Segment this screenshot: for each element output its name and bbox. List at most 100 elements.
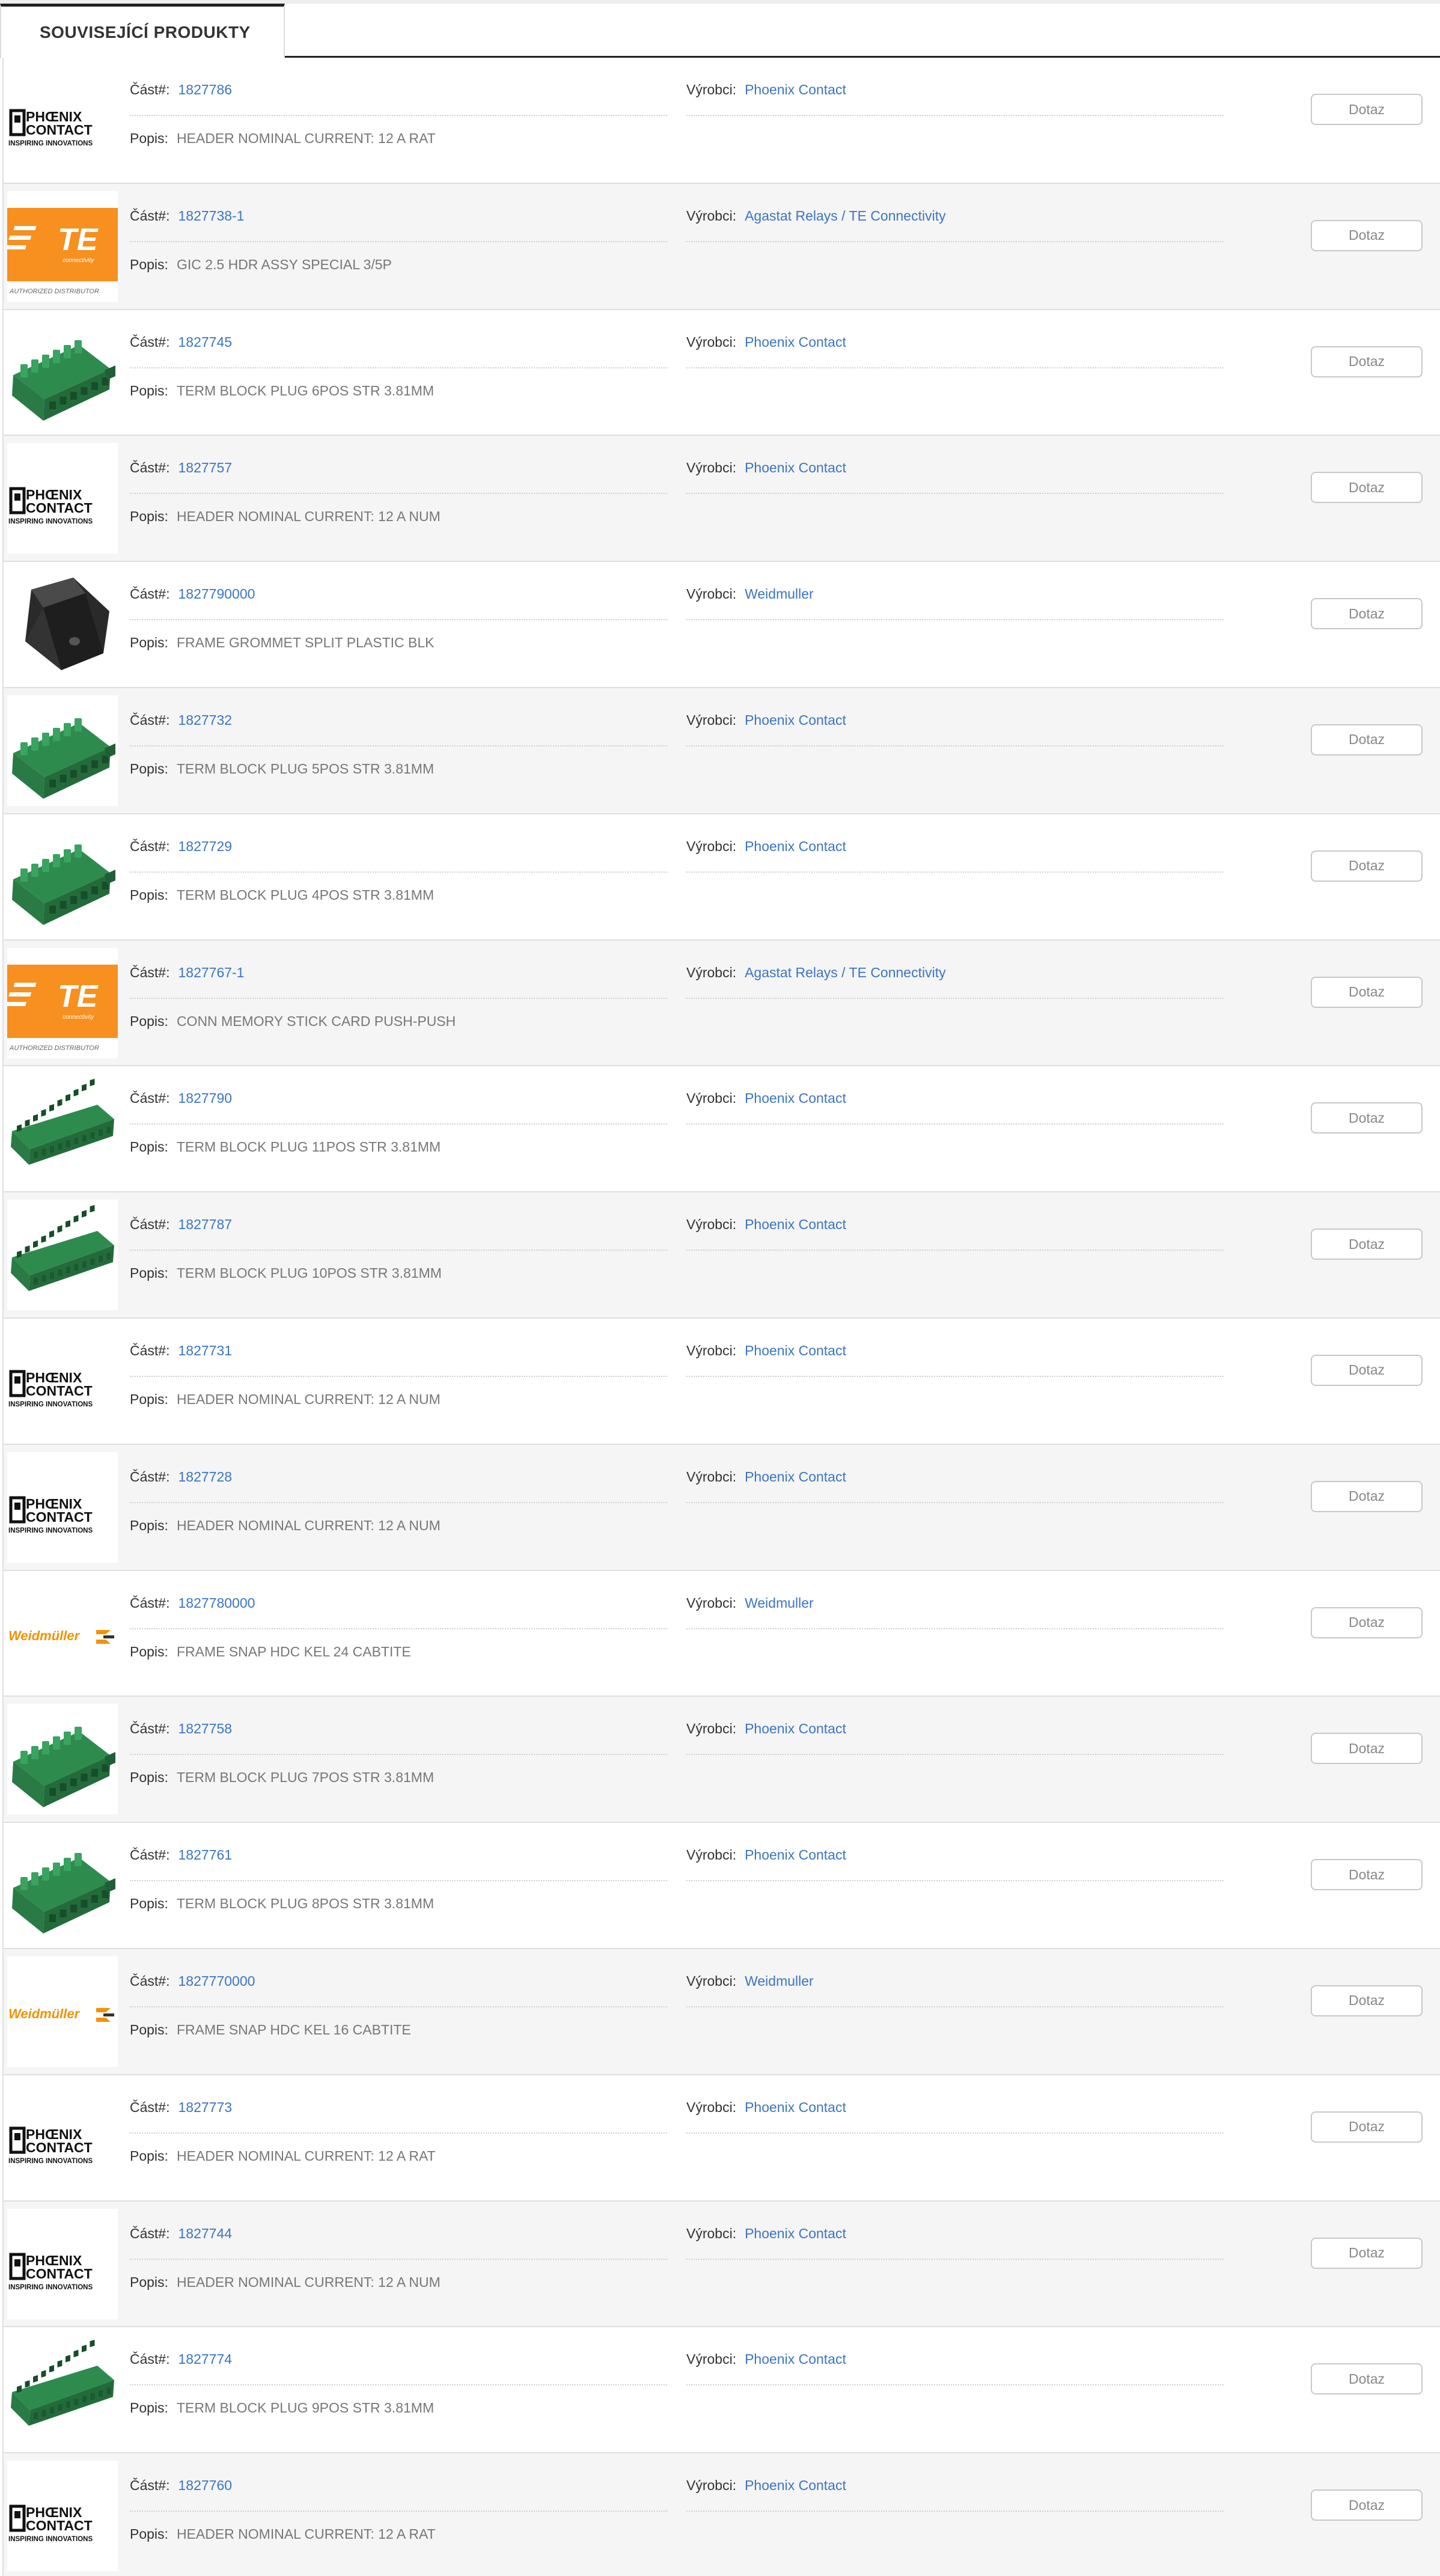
part-number-link[interactable]: 1827790 <box>178 1090 232 1106</box>
product-thumbnail[interactable]: PHŒNIX CONTACT INSPIRING INNOVATIONS <box>7 2461 118 2572</box>
inquiry-button[interactable]: Dotaz <box>1311 2237 1423 2269</box>
inquiry-button[interactable]: Dotaz <box>1311 1985 1423 2016</box>
divider <box>686 1501 1224 1503</box>
part-number-link[interactable]: 1827732 <box>178 712 232 728</box>
part-number-link[interactable]: 1827780000 <box>178 1595 255 1611</box>
product-thumbnail[interactable] <box>7 569 118 680</box>
product-thumbnail[interactable]: PHŒNIX CONTACT INSPIRING INNOVATIONS <box>7 2208 118 2319</box>
manufacturer-link[interactable]: Agastat Relays / TE Connectivity <box>745 965 946 980</box>
product-thumbnail[interactable] <box>7 1704 118 1815</box>
inquiry-button[interactable]: Dotaz <box>1311 1102 1423 1134</box>
description-field: Popis: HEADER NOMINAL CURRENT: 12 A RAT <box>130 2526 436 2542</box>
manufacturer-link[interactable]: Phoenix Contact <box>745 1721 846 1736</box>
manufacturer-link[interactable]: Phoenix Contact <box>745 82 846 97</box>
manufacturer-link[interactable]: Phoenix Contact <box>745 1090 846 1106</box>
part-number-link[interactable]: 1827745 <box>178 334 232 350</box>
part-label: Část#: <box>130 460 170 476</box>
manufacturer-link[interactable]: Phoenix Contact <box>745 1216 846 1232</box>
inquiry-button[interactable]: Dotaz <box>1311 2363 1423 2395</box>
description-field: Popis: HEADER NOMINAL CURRENT: 12 A NUM <box>130 508 441 525</box>
manufacturer-link[interactable]: Phoenix Contact <box>745 1469 846 1485</box>
product-thumbnail[interactable] <box>7 1073 118 1185</box>
part-number-link[interactable]: 1827787 <box>178 1216 232 1232</box>
part-number-link[interactable]: 1827728 <box>178 1469 232 1485</box>
part-number-link[interactable]: 1827758 <box>178 1721 232 1736</box>
product-thumbnail[interactable] <box>7 695 118 806</box>
product-thumbnail[interactable]: Weidmüller <box>7 1578 118 1689</box>
inquiry-button[interactable]: Dotaz <box>1311 1228 1423 1260</box>
manufacturer-link[interactable]: Phoenix Contact <box>745 2351 846 2367</box>
product-thumbnail[interactable] <box>7 2334 118 2446</box>
svg-text:INSPIRING INNOVATIONS: INSPIRING INNOVATIONS <box>8 2284 93 2291</box>
part-number-link[interactable]: 1827731 <box>178 1343 232 1358</box>
part-label: Část#: <box>130 334 170 350</box>
description-text: HEADER NOMINAL CURRENT: 12 A RAT <box>176 130 436 146</box>
inquiry-button[interactable]: Dotaz <box>1311 1859 1423 1891</box>
part-number-link[interactable]: 1827761 <box>178 1847 232 1863</box>
part-number-link[interactable]: 1827786 <box>178 82 232 97</box>
manufacturer-link[interactable]: Phoenix Contact <box>745 460 846 475</box>
inquiry-button[interactable]: Dotaz <box>1311 472 1423 504</box>
inquiry-button[interactable]: Dotaz <box>1311 346 1423 377</box>
part-number-link[interactable]: 1827760 <box>178 2477 232 2493</box>
inquiry-button[interactable]: Dotaz <box>1311 724 1423 755</box>
product-thumbnail[interactable] <box>7 821 118 932</box>
product-thumbnail[interactable]: PHŒNIX CONTACT INSPIRING INNOVATIONS <box>7 65 118 175</box>
inquiry-button[interactable]: Dotaz <box>1311 94 1423 125</box>
inquiry-button[interactable]: Dotaz <box>1311 219 1423 251</box>
part-number-link[interactable]: 1827744 <box>178 2226 232 2241</box>
svg-text:TE: TE <box>58 222 99 257</box>
divider <box>130 1754 667 1756</box>
manufacturer-link[interactable]: Phoenix Contact <box>745 2477 846 2493</box>
tab-related-products[interactable]: SOUVISEJÍCÍ PRODUKTY <box>0 4 285 58</box>
product-thumbnail[interactable] <box>7 317 118 428</box>
part-number-link[interactable]: 1827757 <box>178 460 232 475</box>
inquiry-button[interactable]: Dotaz <box>1311 1480 1423 1512</box>
description-field: Popis: FRAME GROMMET SPLIT PLASTIC BLK <box>130 635 435 651</box>
te-connectivity-logo-icon: TEconnectivity AUTHORIZED DISTRIBUTOR <box>7 964 118 1052</box>
part-number-link[interactable]: 1827773 <box>178 2099 232 2115</box>
manufacturer-field: Výrobci: Phoenix Contact <box>686 1216 846 1233</box>
product-thumbnail[interactable]: TE connectivity AUTHORIZED DISTRIBUTOR <box>7 947 118 1058</box>
inquiry-button[interactable]: Dotaz <box>1311 2111 1423 2143</box>
manufacturer-link[interactable]: Phoenix Contact <box>745 2226 846 2241</box>
manufacturer-link[interactable]: Phoenix Contact <box>745 1847 846 1863</box>
manufacturer-link[interactable]: Phoenix Contact <box>745 712 846 728</box>
manufacturer-link[interactable]: Agastat Relays / TE Connectivity <box>745 208 946 224</box>
product-thumbnail[interactable] <box>7 1830 118 1941</box>
manufacturer-label: Výrobci: <box>686 964 737 980</box>
inquiry-button[interactable]: Dotaz <box>1311 598 1423 630</box>
inquiry-button[interactable]: Dotaz <box>1311 850 1423 882</box>
manufacturer-link[interactable]: Phoenix Contact <box>745 838 846 854</box>
inquiry-button[interactable]: Dotaz <box>1311 2489 1423 2521</box>
divider <box>686 1754 1224 1756</box>
manufacturer-link[interactable]: Phoenix Contact <box>745 1343 846 1358</box>
inquiry-button[interactable]: Dotaz <box>1311 1733 1423 1765</box>
part-number-link[interactable]: 1827790000 <box>178 586 255 602</box>
part-number-link[interactable]: 1827738-1 <box>178 208 244 224</box>
product-thumbnail[interactable]: PHŒNIX CONTACT INSPIRING INNOVATIONS <box>7 1451 118 1563</box>
manufacturer-link[interactable]: Phoenix Contact <box>745 334 846 350</box>
part-number-link[interactable]: 1827729 <box>178 838 232 854</box>
inquiry-button[interactable]: Dotaz <box>1311 1607 1423 1638</box>
product-thumbnail[interactable] <box>7 1200 118 1311</box>
manufacturer-link[interactable]: Phoenix Contact <box>745 2099 846 2115</box>
manufacturer-link[interactable]: Weidmuller <box>745 1973 814 1989</box>
product-thumbnail[interactable]: PHŒNIX CONTACT INSPIRING INNOVATIONS <box>7 1325 118 1436</box>
manufacturer-field: Výrobci: Phoenix Contact <box>686 1343 846 1359</box>
product-thumbnail[interactable]: PHŒNIX CONTACT INSPIRING INNOVATIONS <box>7 443 118 554</box>
product-thumbnail[interactable]: Weidmüller <box>7 1956 118 2067</box>
svg-text:AUTHORIZED DISTRIBUTOR: AUTHORIZED DISTRIBUTOR <box>9 1045 99 1052</box>
product-thumbnail[interactable]: TE connectivity AUTHORIZED DISTRIBUTOR <box>7 191 118 302</box>
product-thumbnail[interactable]: PHŒNIX CONTACT INSPIRING INNOVATIONS <box>7 2082 118 2193</box>
inquiry-button[interactable]: Dotaz <box>1311 976 1423 1008</box>
description-text: FRAME SNAP HDC KEL 16 CABTITE <box>176 2021 411 2037</box>
divider <box>130 1250 667 1251</box>
inquiry-button[interactable]: Dotaz <box>1311 1354 1423 1386</box>
divider <box>130 115 667 116</box>
part-number-link[interactable]: 1827770000 <box>178 1973 255 1989</box>
manufacturer-link[interactable]: Weidmuller <box>745 586 814 602</box>
manufacturer-link[interactable]: Weidmuller <box>745 1595 814 1611</box>
part-number-link[interactable]: 1827767-1 <box>178 965 244 980</box>
part-number-link[interactable]: 1827774 <box>178 2351 232 2367</box>
